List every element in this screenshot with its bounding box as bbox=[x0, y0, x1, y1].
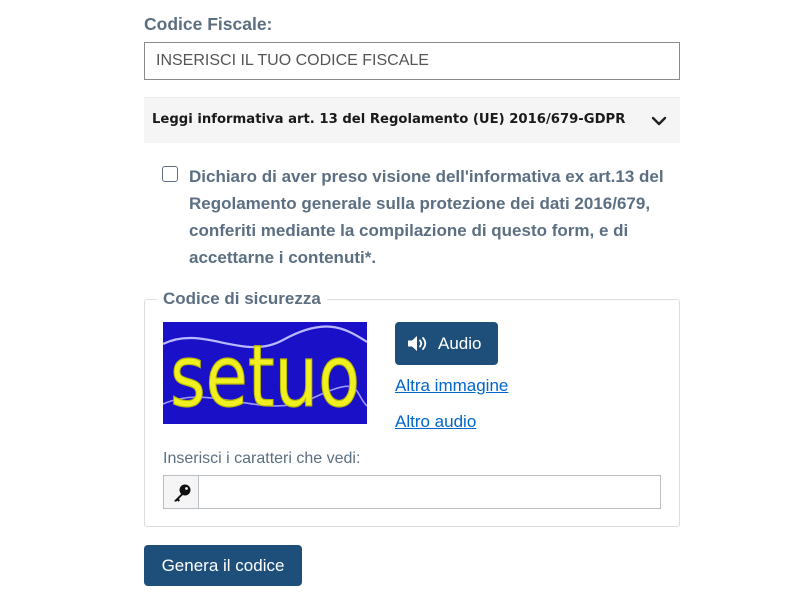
privacy-accordion-header[interactable]: Leggi informativa art. 13 del Regolament… bbox=[144, 97, 680, 143]
security-code-legend: Codice di sicurezza bbox=[157, 289, 327, 309]
privacy-consent-checkbox[interactable] bbox=[162, 166, 178, 182]
captcha-image-text: setuo bbox=[170, 327, 360, 424]
captcha-audio-button[interactable]: Audio bbox=[395, 322, 498, 365]
privacy-accordion-title: Leggi informativa art. 13 del Regolament… bbox=[152, 112, 626, 127]
privacy-consent-text: Dichiaro di aver preso visione dell'info… bbox=[189, 167, 664, 267]
key-icon bbox=[174, 484, 191, 502]
captcha-image: setuo bbox=[163, 322, 367, 424]
captcha-input[interactable] bbox=[198, 475, 661, 509]
chevron-down-icon bbox=[651, 116, 667, 126]
other-audio-link[interactable]: Altro audio bbox=[395, 412, 476, 432]
security-code-fieldset: Codice di sicurezza setuo Audio Altra im… bbox=[144, 289, 680, 527]
captcha-audio-button-label: Audio bbox=[438, 334, 482, 353]
codice-fiscale-input[interactable] bbox=[144, 42, 680, 80]
codice-fiscale-label: Codice Fiscale: bbox=[144, 14, 273, 34]
key-input-addon bbox=[163, 475, 199, 509]
speaker-icon bbox=[408, 336, 427, 351]
other-image-link[interactable]: Altra immagine bbox=[395, 376, 508, 396]
captcha-input-hint: Inserisci i caratteri che vedi: bbox=[163, 450, 361, 467]
generate-code-button[interactable]: Genera il codice bbox=[144, 545, 302, 586]
